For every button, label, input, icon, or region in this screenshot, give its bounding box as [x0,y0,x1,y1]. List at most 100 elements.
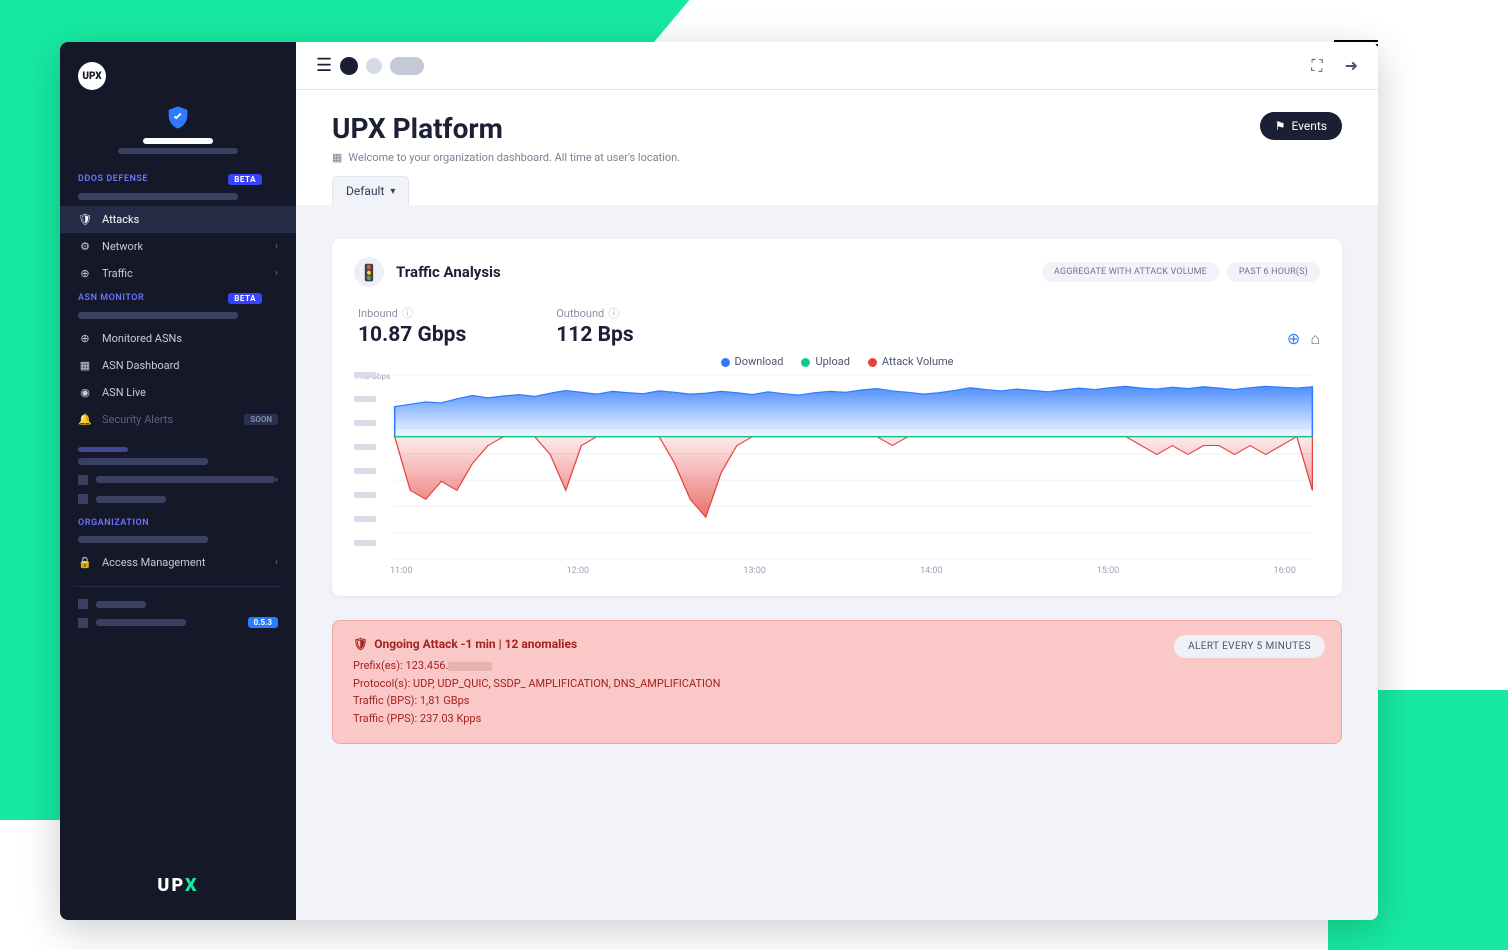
alert-bps: Traffic (BPS): 1,81 GBps [353,692,1321,710]
info-icon[interactable]: ⓘ [608,305,619,321]
metric-inbound: Inbound ⓘ 10.87 Gbps [358,305,466,347]
alert-prefixes: Prefix(es): 123.456. [353,657,1321,675]
chart-legend: Download Upload Attack Volume [354,355,1320,368]
ongoing-attack-alert: ALERT EVERY 5 MINUTES 🛡Ongoing Attack -1… [332,620,1342,744]
x-tick: 16:00 [1274,566,1296,576]
x-tick: 14:00 [920,566,942,576]
sidebar-item-security-alerts: 🔔 Security Alerts SOON [60,406,296,433]
traffic-chart: 14.0 Gbps [354,372,1320,562]
home-icon[interactable]: ⌂ [1310,329,1320,349]
x-tick: 13:00 [743,566,765,576]
metric-label: Outbound [556,307,604,320]
chevron-right-icon: › [275,241,278,252]
legend-upload[interactable]: Upload [801,355,849,368]
logout-icon[interactable]: ➜ [1345,56,1358,75]
sidebar-item-attacks[interactable]: 🛡 Attacks [60,206,296,233]
sidebar-hero [60,98,296,168]
tab-label: Default [346,184,384,198]
section-asn-title: ASN MONITORBETA [60,287,296,306]
info-icon[interactable]: ⓘ [402,305,413,321]
alert-protocols: Protocol(s): UDP, UDP_QUIC, SSDP_ AMPLIF… [353,675,1321,693]
sidebar-item-traffic[interactable]: ⊕ Traffic › [60,260,296,287]
search-plus-icon: ⊕ [78,332,92,345]
zoom-icon[interactable]: ⊕ [1287,329,1300,349]
alert-frequency-chip[interactable]: ALERT EVERY 5 MINUTES [1174,635,1325,658]
tab-default[interactable]: Default ▾ [332,176,409,205]
chevron-down-icon: ▾ [390,186,395,197]
sidebar-item-network[interactable]: ⚙ Network › [60,233,296,260]
tabs: Default ▾ [296,176,1378,205]
main: ☰ ⛶ ➜ ⚑ Events UPX Platform ▦Welcome to y… [296,42,1378,920]
brand-logo[interactable]: UPX [78,62,106,90]
footer-logo: UPX [60,857,296,920]
x-tick: 11:00 [390,566,412,576]
fullscreen-icon[interactable]: ⛶ [1311,56,1322,76]
chip-timerange[interactable]: PAST 6 HOUR(S) [1227,262,1320,282]
shield-alert-icon: 🛡 [353,637,368,651]
alert-pps: Traffic (PPS): 237.03 Kpps [353,710,1321,728]
sidebar-item-asn-live[interactable]: ◉ ASN Live [60,379,296,406]
sidebar-item-label: ASN Dashboard [102,359,179,372]
bell-icon: 🔔 [78,413,92,426]
decor-left [0,0,60,820]
menu-icon[interactable]: ☰ [316,55,332,76]
dashboard-icon: ▦ [332,151,342,164]
app-window: UPX DDOS DEFENSEBETA 🛡Attacks ⚙Network› … [60,42,1378,920]
section-ddos-title: DDOS DEFENSEBETA [60,168,296,187]
theme-toggle[interactable] [390,57,424,75]
theme-toggle-light[interactable] [366,58,382,74]
sidebar-item-asn-dashboard[interactable]: ▦ ASN Dashboard [60,352,296,379]
chart-tools: ⊕ ⌂ [1287,329,1320,349]
shield-check-icon [164,104,192,132]
x-axis: 11:00 12:00 13:00 14:00 15:00 16:00 [354,562,1320,576]
section-org-title: ORGANIZATION [60,512,296,530]
topbar: ☰ ⛶ ➜ [296,42,1378,90]
globe-icon: ⊕ [78,267,92,280]
beta-badge: BETA [228,174,262,185]
sidebar-item-label: ASN Live [102,386,146,399]
legend-attack[interactable]: Attack Volume [868,355,954,368]
metric-label: Inbound [358,307,398,320]
x-tick: 12:00 [567,566,589,576]
sidebar-item-monitored-asns[interactable]: ⊕ Monitored ASNs [60,325,296,352]
events-button[interactable]: ⚑ Events [1260,112,1342,140]
share-icon: ⚙ [78,240,92,253]
metric-outbound: Outbound ⓘ 112 Bps [556,305,633,347]
y-ticks [354,372,384,546]
flag-icon: ⚑ [1275,119,1286,133]
content: 🚦 Traffic Analysis AGGREGATE WITH ATTACK… [296,205,1378,920]
sidebar-item-label: Traffic [102,267,133,280]
metric-value: 112 Bps [556,323,633,347]
metric-value: 10.87 Gbps [358,323,466,347]
card-title: Traffic Analysis [396,263,501,281]
sidebar-item-label: Security Alerts [102,413,173,426]
welcome-text: ▦Welcome to your organization dashboard.… [332,151,1342,164]
beta-badge: BETA [228,293,262,304]
sidebar-item-label: Monitored ASNs [102,332,182,345]
redacted [448,662,492,671]
sidebar-item-label: Network [102,240,143,253]
sidebar-item-label: Attacks [102,213,139,226]
chevron-right-icon: › [275,268,278,279]
x-tick: 15:00 [1097,566,1119,576]
events-label: Events [1291,119,1327,133]
shield-icon: 🛡 [78,213,92,226]
sidebar-item-access-management[interactable]: 🔒 Access Management › [60,549,296,576]
page-title: UPX Platform [332,112,1342,145]
legend-download[interactable]: Download [721,355,784,368]
eye-icon: ◉ [78,386,92,399]
traffic-analysis-card: 🚦 Traffic Analysis AGGREGATE WITH ATTACK… [332,239,1342,596]
chip-aggregate[interactable]: AGGREGATE WITH ATTACK VOLUME [1042,262,1219,282]
version-badge: 0.5.3 [248,617,278,628]
theme-toggle-dark[interactable] [340,57,358,75]
chart-svg [354,372,1320,562]
lock-icon: 🔒 [78,556,92,569]
metrics: Inbound ⓘ 10.87 Gbps Outbound ⓘ 112 Bps [358,305,634,347]
sidebar: UPX DDOS DEFENSEBETA 🛡Attacks ⚙Network› … [60,42,296,920]
soon-badge: SOON [244,414,278,425]
traffic-icon: 🚦 [354,257,384,287]
grid-icon: ▦ [78,359,92,372]
page-header: ⚑ Events UPX Platform ▦Welcome to your or… [296,90,1378,176]
chevron-right-icon: › [275,557,278,568]
sidebar-item-label: Access Management [102,556,205,569]
